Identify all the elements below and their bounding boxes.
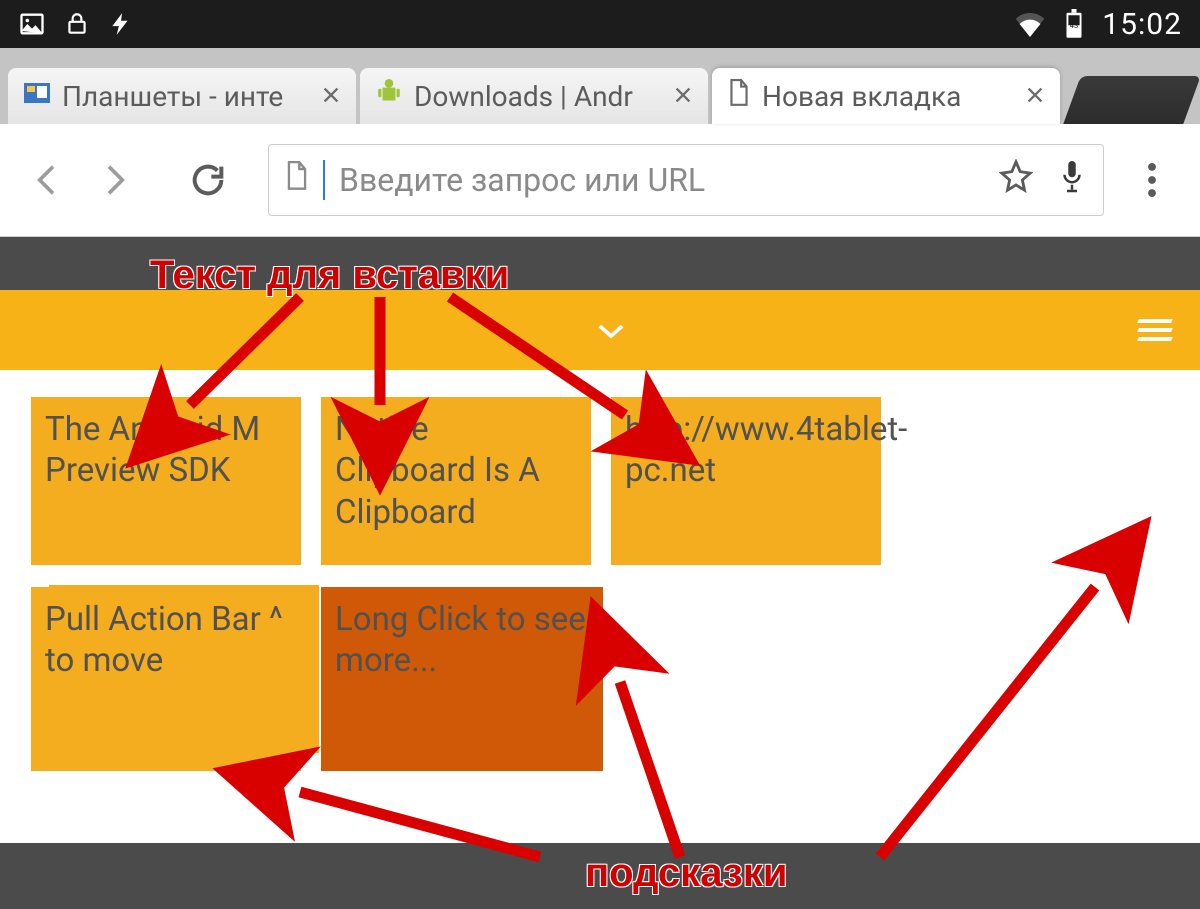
close-icon[interactable]: [320, 80, 342, 113]
bookmark-star-icon[interactable]: [999, 159, 1033, 201]
annotation-top-label: Текст для вставки: [150, 253, 509, 298]
back-button[interactable]: [20, 152, 76, 208]
image-icon: [18, 10, 46, 38]
tab-label: Новая вкладка: [762, 80, 1012, 113]
file-icon: [728, 79, 750, 114]
tab-2-active[interactable]: Новая вкладка: [712, 68, 1060, 124]
mic-icon[interactable]: [1057, 158, 1087, 202]
clock: 15:02: [1102, 7, 1182, 42]
browser-tab-strip: Планшеты - инте Downloads | Andr Новая в…: [0, 48, 1200, 124]
forward-button[interactable]: [86, 152, 142, 208]
clipboard-card[interactable]: Pull Action Bar ^ to move: [31, 587, 301, 771]
clipboard-card-row-2: Pull Action Bar ^ to move Long Click to …: [31, 587, 1169, 771]
close-icon[interactable]: [672, 80, 694, 113]
close-icon[interactable]: [1024, 80, 1046, 113]
address-bar[interactable]: Введите запрос или URL: [268, 144, 1104, 216]
lock-icon: [64, 11, 90, 37]
tab-label: Планшеты - инте: [62, 80, 308, 113]
reload-button[interactable]: [180, 152, 236, 208]
tab-label: Downloads | Andr: [414, 80, 660, 113]
wifi-icon: [1014, 11, 1046, 37]
app-action-bar: [0, 290, 1200, 370]
site-icon: [24, 80, 50, 113]
android-icon: [376, 79, 402, 114]
page-viewport: The Android M Preview SDK Native Clipboa…: [0, 237, 1200, 909]
tab-0[interactable]: Планшеты - инте: [8, 68, 356, 124]
browser-toolbar: Введите запрос или URL: [0, 124, 1200, 237]
tab-1[interactable]: Downloads | Andr: [360, 68, 708, 124]
annotation-bottom-label: подсказки: [585, 851, 787, 896]
menu-button[interactable]: [1124, 152, 1180, 208]
svg-text:43: 43: [1070, 21, 1078, 30]
clipboard-card[interactable]: The Android M Preview SDK: [31, 397, 301, 565]
text-cursor: [323, 160, 325, 200]
url-placeholder: Введите запрос или URL: [339, 161, 985, 199]
clipboard-card-highlighted[interactable]: Long Click to see more...: [321, 587, 603, 771]
new-tab-button[interactable]: [1063, 76, 1200, 124]
lightning-icon: [108, 11, 134, 37]
android-status-bar: 43 15:02: [0, 0, 1200, 48]
battery-icon: 43: [1064, 9, 1084, 39]
hamburger-icon[interactable]: [1138, 319, 1172, 341]
chevron-down-icon[interactable]: [596, 321, 626, 345]
file-icon: [285, 161, 309, 199]
clipboard-card[interactable]: http://www.4tablet-pc.net: [611, 397, 881, 565]
clipboard-card[interactable]: Native Clipboard Is A Clipboard: [321, 397, 591, 565]
